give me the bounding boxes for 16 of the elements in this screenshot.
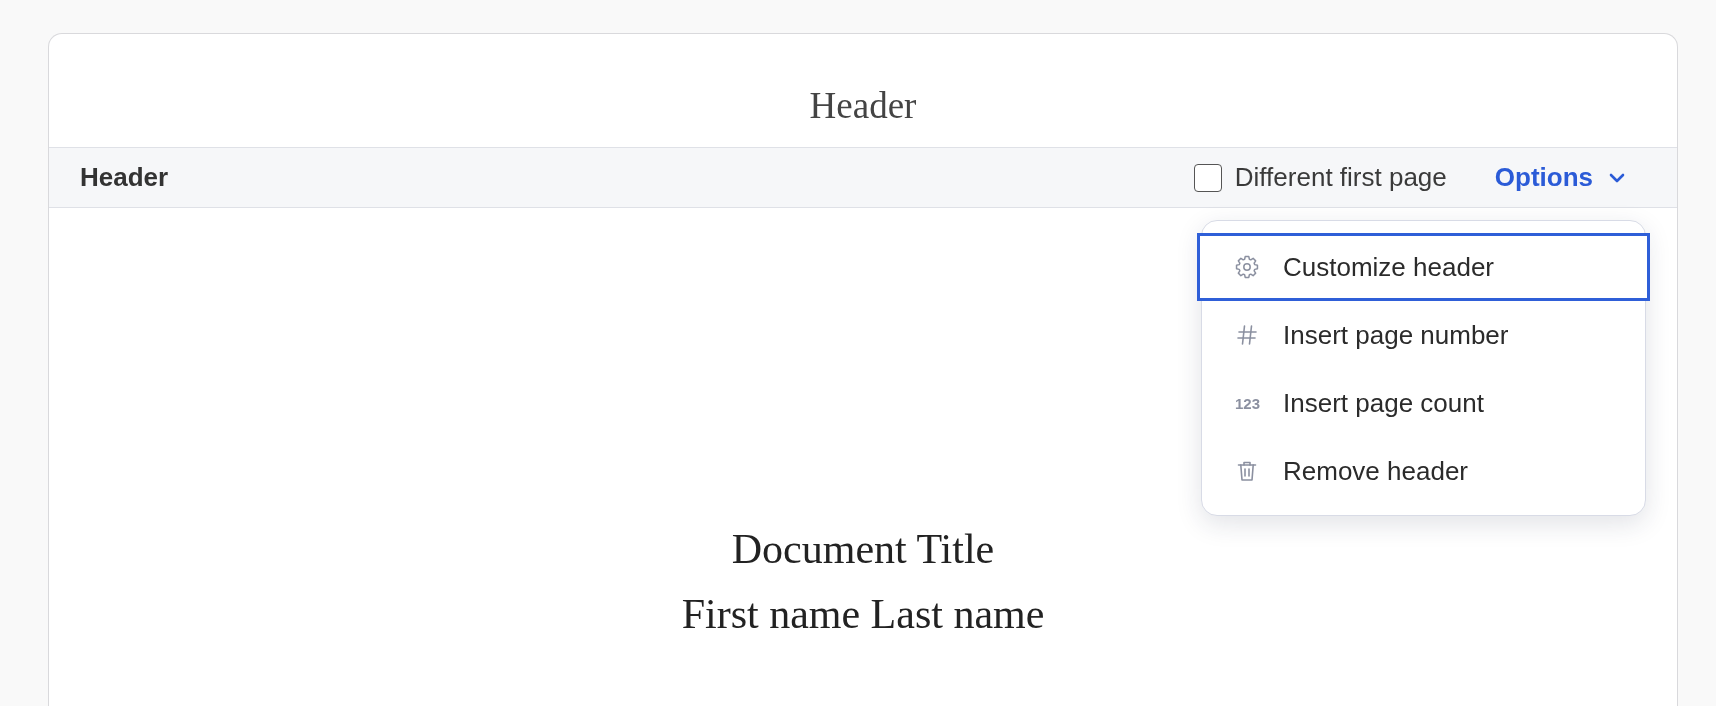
menu-item[interactable]: Remove header [1202,437,1645,505]
header-text: Header [809,83,917,128]
toolbar-title: Header [80,161,169,194]
trash-icon [1235,459,1259,483]
menu-item[interactable]: Customize header [1197,233,1650,301]
document-title: Document Title [731,525,995,574]
chevron-down-icon [1609,172,1625,183]
menu-item[interactable]: Insert page number [1202,301,1645,369]
numbers-icon: 123 [1235,395,1259,411]
menu-item[interactable]: 123 Insert page count [1202,369,1645,437]
author-name: First name Last name [681,590,1045,639]
options-button[interactable]: Options [1494,158,1625,197]
gear-icon [1235,255,1259,279]
checkbox[interactable] [1193,163,1222,192]
hash-icon [1235,323,1259,347]
checkbox-label[interactable]: Different first page [1234,158,1447,197]
